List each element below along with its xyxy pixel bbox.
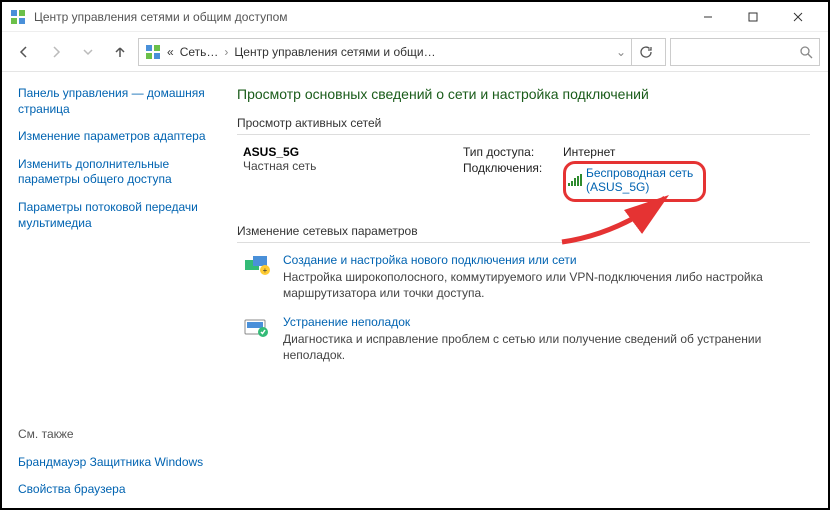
up-button[interactable] bbox=[106, 38, 134, 66]
minimize-button[interactable] bbox=[685, 3, 730, 31]
sidebar-link-adapter-settings[interactable]: Изменение параметров адаптера bbox=[18, 129, 217, 145]
title-bar: Центр управления сетями и общим доступом bbox=[2, 2, 828, 32]
network-params-label: Изменение сетевых параметров bbox=[237, 224, 810, 238]
breadcrumb-root[interactable]: Сеть… bbox=[180, 45, 219, 59]
breadcrumb-prefix: « bbox=[167, 45, 174, 59]
troubleshoot-link[interactable]: Устранение неполадок bbox=[283, 315, 810, 329]
address-dropdown-icon[interactable]: ⌄ bbox=[616, 45, 626, 59]
connection-link-line2: (ASUS_5G) bbox=[586, 180, 649, 194]
new-connection-icon: + bbox=[243, 253, 271, 277]
action-new-connection: + Создание и настройка нового подключени… bbox=[237, 253, 810, 301]
sidebar-link-defender-firewall[interactable]: Брандмауэр Защитника Windows bbox=[18, 455, 217, 471]
address-bar[interactable]: « Сеть… › Центр управления сетями и общи… bbox=[138, 38, 666, 66]
network-center-icon bbox=[145, 44, 161, 60]
network-center-icon bbox=[10, 9, 26, 25]
recent-locations-button[interactable] bbox=[74, 38, 102, 66]
annotation-highlight: Беспроводная сеть (ASUS_5G) bbox=[563, 161, 706, 202]
sidebar-link-advanced-sharing[interactable]: Изменить дополнительные параметры общего… bbox=[18, 157, 217, 188]
maximize-button[interactable] bbox=[730, 3, 775, 31]
window-frame: Центр управления сетями и общим доступом bbox=[0, 0, 830, 510]
content-body: Панель управления — домашняя страница Из… bbox=[2, 72, 828, 508]
forward-button[interactable] bbox=[42, 38, 70, 66]
see-also-label: См. также bbox=[18, 427, 217, 441]
sidebar-link-internet-options[interactable]: Свойства браузера bbox=[18, 482, 217, 498]
access-type-label: Тип доступа: bbox=[463, 145, 563, 159]
close-button[interactable] bbox=[775, 3, 820, 31]
search-icon bbox=[799, 45, 813, 59]
toolbar: « Сеть… › Центр управления сетями и общи… bbox=[2, 32, 828, 72]
access-type-value: Интернет bbox=[563, 145, 615, 159]
window-title: Центр управления сетями и общим доступом bbox=[34, 10, 685, 24]
action-troubleshoot: Устранение неполадок Диагностика и испра… bbox=[237, 315, 810, 363]
active-networks-label: Просмотр активных сетей bbox=[237, 116, 810, 130]
troubleshoot-desc: Диагностика и исправление проблем с сеть… bbox=[283, 331, 810, 363]
network-name: ASUS_5G bbox=[243, 145, 443, 159]
svg-text:+: + bbox=[263, 266, 268, 275]
wireless-connection-link[interactable]: Беспроводная сеть (ASUS_5G) bbox=[568, 166, 693, 195]
connections-label: Подключения: bbox=[463, 161, 563, 175]
sidebar-link-control-panel-home[interactable]: Панель управления — домашняя страница bbox=[18, 86, 217, 117]
main-content: Просмотр основных сведений о сети и наст… bbox=[227, 72, 828, 508]
active-network-row: ASUS_5G Частная сеть Тип доступа: Интерн… bbox=[237, 145, 810, 204]
back-button[interactable] bbox=[10, 38, 38, 66]
wifi-signal-icon bbox=[568, 174, 582, 186]
sidebar: Панель управления — домашняя страница Из… bbox=[2, 72, 227, 508]
connection-link-line1: Беспроводная сеть bbox=[586, 166, 693, 180]
troubleshoot-icon bbox=[243, 315, 271, 339]
page-title: Просмотр основных сведений о сети и наст… bbox=[237, 86, 810, 102]
new-connection-link[interactable]: Создание и настройка нового подключения … bbox=[283, 253, 810, 267]
sidebar-link-media-streaming[interactable]: Параметры потоковой передачи мультимедиа bbox=[18, 200, 217, 231]
window-controls bbox=[685, 3, 820, 31]
network-category: Частная сеть bbox=[243, 159, 443, 173]
divider bbox=[237, 242, 810, 243]
search-input[interactable] bbox=[670, 38, 820, 66]
new-connection-desc: Настройка широкополосного, коммутируемог… bbox=[283, 269, 810, 301]
refresh-button[interactable] bbox=[631, 39, 659, 65]
breadcrumb-current[interactable]: Центр управления сетями и общи… bbox=[234, 45, 435, 59]
chevron-right-icon[interactable]: › bbox=[224, 45, 228, 59]
divider bbox=[237, 134, 810, 135]
